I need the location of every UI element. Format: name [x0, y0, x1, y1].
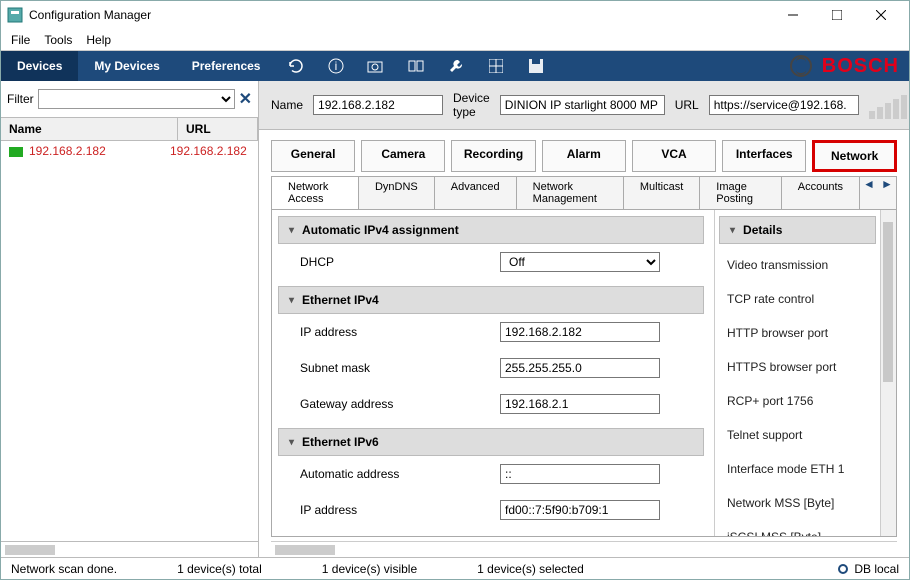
next-tab-icon[interactable]: ► — [878, 177, 896, 209]
subtab-image-posting[interactable]: Image Posting — [700, 177, 781, 209]
subtab-network-management[interactable]: Network Management — [517, 177, 624, 209]
ip-label: IP address — [300, 325, 500, 339]
subnet-mask-input[interactable] — [500, 358, 660, 378]
subtab-multicast[interactable]: Multicast — [624, 177, 700, 209]
subtab-accounts[interactable]: Accounts — [782, 177, 860, 209]
bosch-armature-icon — [790, 55, 812, 77]
detail-tcp-rate-control[interactable]: TCP rate control — [723, 282, 872, 316]
grid-icon[interactable] — [476, 51, 516, 81]
status-selected: 1 device(s) selected — [477, 562, 584, 576]
prev-tab-icon[interactable]: ◄ — [860, 177, 878, 209]
dhcp-select[interactable]: Off — [500, 252, 660, 272]
device-name: 192.168.2.182 — [29, 144, 170, 158]
chevron-down-icon: ▾ — [289, 295, 294, 306]
save-icon[interactable] — [516, 51, 556, 81]
gateway-input[interactable] — [500, 394, 660, 414]
detail-interface-mode[interactable]: Interface mode ETH 1 — [723, 452, 872, 486]
url-label: URL — [675, 98, 699, 112]
gateway-label: Gateway address — [300, 397, 500, 411]
chevron-down-icon: ▾ — [289, 225, 294, 236]
svg-text:i: i — [335, 59, 338, 73]
detail-https-port[interactable]: HTTPS browser port — [723, 350, 872, 384]
v-scrollbar[interactable] — [880, 210, 896, 536]
ipv6-address-input[interactable] — [500, 500, 660, 520]
name-label: Name — [271, 98, 303, 112]
book-icon[interactable] — [396, 51, 436, 81]
filter-label: Filter — [7, 92, 34, 106]
dhcp-label: DHCP — [300, 255, 500, 269]
refresh-icon[interactable] — [276, 51, 316, 81]
tab-general[interactable]: General — [271, 140, 355, 172]
detail-rcp-port[interactable]: RCP+ port 1756 — [723, 384, 872, 418]
content-h-scrollbar[interactable] — [271, 541, 897, 557]
filter-select[interactable] — [38, 89, 235, 109]
menu-file[interactable]: File — [11, 33, 30, 47]
tab-alarm[interactable]: Alarm — [542, 140, 626, 172]
tree-header-url[interactable]: URL — [178, 118, 258, 140]
minimize-button[interactable] — [771, 1, 815, 29]
subtab-advanced[interactable]: Advanced — [435, 177, 517, 209]
device-name-input[interactable] — [313, 95, 443, 115]
device-url: 192.168.2.182 — [170, 144, 250, 158]
left-h-scrollbar[interactable] — [1, 541, 258, 557]
ip-address-input[interactable] — [500, 322, 660, 342]
tab-vca[interactable]: VCA — [632, 140, 716, 172]
section-auto-ipv4[interactable]: ▾Automatic IPv4 assignment — [278, 216, 704, 244]
camera-icon[interactable] — [356, 51, 396, 81]
auto-address-input[interactable] — [500, 464, 660, 484]
chevron-down-icon: ▾ — [730, 225, 735, 236]
status-visible: 1 device(s) visible — [322, 562, 417, 576]
section-ethernet-ipv6[interactable]: ▾Ethernet IPv6 — [278, 428, 704, 456]
ipv6-label: IP address — [300, 503, 500, 517]
tree-header-name[interactable]: Name — [1, 118, 178, 140]
auto-address-label: Automatic address — [300, 467, 500, 481]
clear-filter-icon[interactable]: ✕ — [239, 89, 252, 109]
toolbar-tab-my-devices[interactable]: My Devices — [78, 51, 175, 81]
menu-tools[interactable]: Tools — [44, 33, 72, 47]
chevron-down-icon: ▾ — [289, 437, 294, 448]
wrench-icon[interactable] — [436, 51, 476, 81]
detail-http-port[interactable]: HTTP browser port — [723, 316, 872, 350]
device-url-input[interactable] — [709, 95, 859, 115]
section-ethernet-ipv4[interactable]: ▾Ethernet IPv4 — [278, 286, 704, 314]
app-icon — [7, 7, 23, 23]
maximize-button[interactable] — [815, 1, 859, 29]
tab-recording[interactable]: Recording — [451, 140, 535, 172]
detail-iscsi-mss[interactable]: iSCSI MSS [Byte] — [723, 520, 872, 536]
status-scan: Network scan done. — [11, 562, 117, 576]
db-icon — [838, 564, 848, 574]
detail-network-mss[interactable]: Network MSS [Byte] — [723, 486, 872, 520]
section-details[interactable]: ▾Details — [719, 216, 876, 244]
tab-camera[interactable]: Camera — [361, 140, 445, 172]
subtab-dyndns[interactable]: DynDNS — [359, 177, 435, 209]
subnet-label: Subnet mask — [300, 361, 500, 375]
subtab-network-access[interactable]: Network Access — [272, 177, 359, 209]
status-total: 1 device(s) total — [177, 562, 262, 576]
detail-telnet[interactable]: Telnet support — [723, 418, 872, 452]
tab-network[interactable]: Network — [812, 140, 897, 172]
status-db: DB local — [854, 562, 899, 576]
info-icon[interactable]: i — [316, 51, 356, 81]
toolbar-tab-devices[interactable]: Devices — [1, 51, 78, 81]
toolbar-tab-preferences[interactable]: Preferences — [176, 51, 277, 81]
device-icon — [9, 147, 23, 157]
type-label: Device type — [453, 91, 490, 119]
tab-interfaces[interactable]: Interfaces — [722, 140, 806, 172]
device-row[interactable]: 192.168.2.182 192.168.2.182 — [1, 141, 258, 161]
close-button[interactable] — [859, 1, 903, 29]
signal-bars-icon — [869, 91, 907, 119]
detail-video-transmission[interactable]: Video transmission — [723, 248, 872, 282]
window-title: Configuration Manager — [29, 8, 151, 22]
device-type-input[interactable] — [500, 95, 665, 115]
menu-help[interactable]: Help — [86, 33, 111, 47]
bosch-logo: BOSCH — [812, 55, 909, 78]
